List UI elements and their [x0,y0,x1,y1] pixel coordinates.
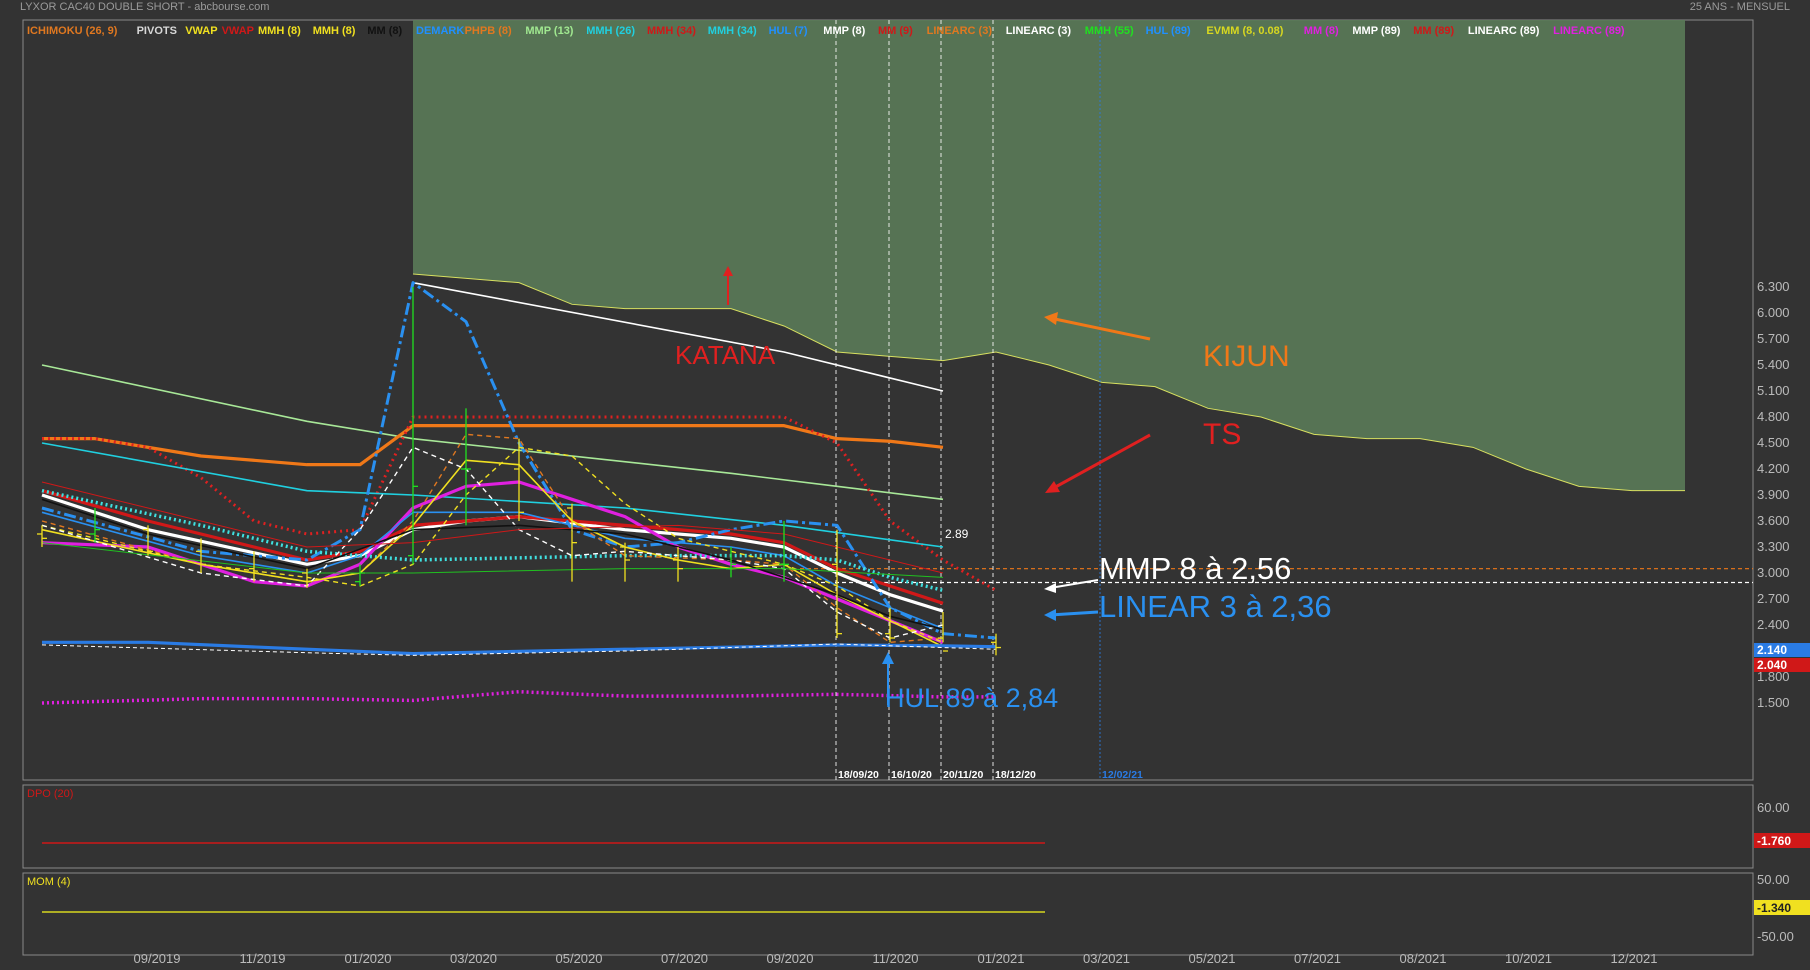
mmp8-arrow-head [1044,583,1056,593]
legend-item-18: MMH (55) [1085,25,1134,37]
x-tick-label-13: 10/2021 [1505,951,1552,966]
legend-item-22: MMP (89) [1352,25,1400,37]
badge-last-value: 2.040 [1757,658,1787,672]
mom-badge-value: -1.340 [1757,901,1791,915]
legend-item-12: MMH (34) [708,25,757,37]
hul89-label: HUL 89 à 2,84 [885,683,1058,713]
legend-item-19: HUL (89) [1146,25,1191,37]
date-marker-label-2: 20/11/20 [943,769,983,781]
katana-label: KATANA [675,340,776,370]
legend-item-2: VWAP [185,25,217,37]
hul89-arrow-head [882,652,894,664]
y-tick-label-7: 4.200 [1757,461,1790,476]
y-tick-label-5: 4.800 [1757,409,1790,424]
mmp8-label: MMP 8 à 2,56 [1099,551,1291,586]
legend-item-17: LINEARC (3) [1006,25,1072,37]
x-tick-label-7: 11/2020 [872,951,918,966]
legend-item-4: MMH (8) [258,25,301,37]
series-line-18 [42,640,997,656]
badge-hul89-value: 2.140 [1757,643,1787,657]
x-tick-label-0: 09/2019 [134,951,181,966]
x-tick-label-3: 03/2020 [450,951,497,966]
legend-item-3: VWAP [222,25,254,37]
y-tick-label-10: 3.300 [1757,539,1790,554]
series-line-2 [42,424,944,467]
x-tick-label-6: 09/2020 [767,951,814,966]
mom-panel-frame [22,872,1754,956]
x-tick-label-9: 03/2021 [1083,951,1130,966]
legend-item-6: MM (8) [367,25,402,37]
mom-panel: MOM (4) 50.00 -1.340 -50.00 [27,872,1810,944]
y-tick-label-0: 6.300 [1757,279,1790,294]
linear3-label: LINEAR 3 à 2,36 [1099,589,1332,624]
y-tick-label-13: 2.400 [1757,617,1790,632]
dpo-badge-value: -1.760 [1757,834,1791,848]
dpo-panel-frame [22,784,1754,869]
y-tick-label-11: 3.000 [1757,565,1790,580]
legend-item-9: MMP (13) [525,25,573,37]
y-tick-label-2: 5.700 [1757,331,1790,346]
legend-item-11: MMH (34) [647,25,696,37]
ichimoku-cloud [412,20,1685,492]
date-marker-label-0: 18/09/20 [838,769,879,781]
legend-item-20: EVMM (8, 0.08) [1206,25,1283,37]
x-tick-label-11: 07/2021 [1294,951,1341,966]
date-marker-label-3: 18/12/20 [995,769,1036,781]
legend-item-5: MMH (8) [313,25,356,37]
x-tick-label-2: 01/2020 [345,951,392,966]
mom-label: MOM (4) [27,876,70,888]
x-tick-label-1: 11/2019 [239,951,285,966]
y-tick-label-16: 1.500 [1757,695,1790,710]
dpo-label: DPO (20) [27,788,73,800]
cloud-fill [413,20,1685,491]
x-tick-label-10: 05/2021 [1189,951,1236,966]
legend-item-14: MMP (8) [823,25,865,37]
chart-area[interactable]: 18/09/20 16/10/20 20/11/20 18/12/20 12/02/21… [0,0,1810,970]
y-tick-label-6: 4.500 [1757,435,1790,450]
level-289-label: 2.89 [945,527,969,541]
legend: ICHIMOKU (26, 9) PIVOTS VWAP VWAP MMH (8) MMH… [27,25,1625,37]
series-line-4 [41,442,944,548]
series-line-20 [41,689,996,705]
ts-label: TS [1203,418,1241,451]
legend-item-21: MM (8) [1304,25,1339,37]
mom-tick-minus50: -50.00 [1757,929,1794,944]
x-tick-label-8: 01/2021 [978,951,1025,966]
dpo-tick-60: 60.00 [1757,800,1790,815]
legend-item-1: PIVOTS [137,25,177,37]
legend-item-25: LINEARC (89) [1553,25,1625,37]
date-marker-label-4: 12/02/21 [1102,769,1143,781]
y-tick-label-1: 6.000 [1757,305,1790,320]
dpo-panel: DPO (20) 60.00 -1.760 [27,788,1810,848]
linear3-arrow-head [1044,609,1056,621]
legend-item-23: MM (89) [1413,25,1454,37]
x-tick-label-12: 08/2021 [1400,951,1447,966]
y-tick-label-3: 5.400 [1757,357,1790,372]
series-line-11 [41,433,944,644]
legend-item-10: MMH (26) [586,25,635,37]
legend-item-15: MM (9) [878,25,913,37]
date-marker-label-1: 16/10/20 [891,769,932,781]
mmp8-arrow [1049,579,1099,589]
legend-item-16: LINEARC (3) [927,25,993,37]
linear3-arrow [1049,610,1099,617]
mom-tick-50: 50.00 [1757,872,1790,887]
legend-item-0: ICHIMOKU (26, 9) [27,25,118,37]
x-axis-ticks: 09/2019 11/2019 01/2020 03/2020 05/2020 07/20… [134,951,1658,966]
y-tick-label-9: 3.600 [1757,513,1790,528]
legend-item-7: DEMARK [416,25,464,37]
y-tick-label-8: 3.900 [1757,487,1790,502]
legend-item-24: LINEARC (89) [1468,25,1540,37]
y-tick-label-12: 2.700 [1757,591,1790,606]
legend-item-13: HUL (7) [769,25,808,37]
x-tick-label-4: 05/2020 [556,951,603,966]
x-tick-label-14: 12/2021 [1611,951,1658,966]
legend-item-8: PHPB (8) [465,25,512,37]
series-line-14 [41,446,944,639]
series-line-7 [41,480,944,644]
y-tick-label-4: 5.100 [1757,383,1790,398]
x-tick-label-5: 07/2020 [661,951,708,966]
price-badges: 2.140 2.040 [1754,643,1810,672]
kijun-label: KIJUN [1203,340,1290,373]
